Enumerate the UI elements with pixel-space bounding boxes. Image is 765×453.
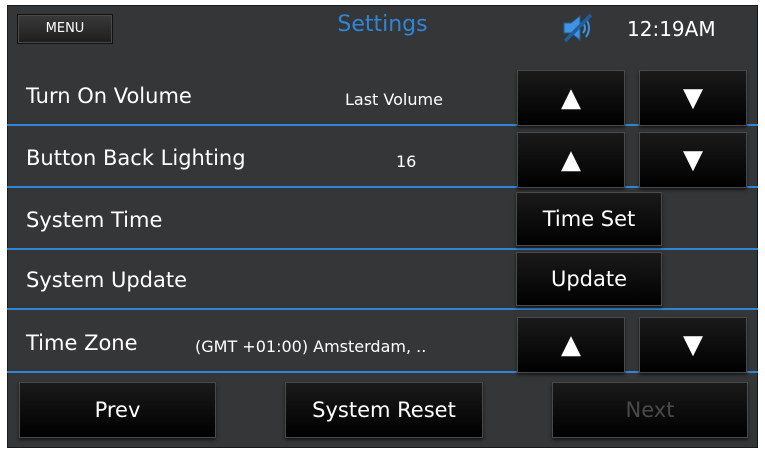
clock-time: 12:19AM xyxy=(627,17,716,41)
volume-down-button[interactable]: ▼ xyxy=(639,70,747,126)
backlight-up-button[interactable]: ▲ xyxy=(517,132,625,188)
row-divider xyxy=(7,308,758,310)
settings-screen: MENU Settings 12:19AM Turn On Volume Las… xyxy=(7,5,758,448)
row-label: Button Back Lighting xyxy=(26,146,246,170)
row-value: Last Volume xyxy=(345,90,443,109)
header-bar: MENU Settings 12:19AM xyxy=(7,5,758,49)
row-system-update: System Update Update xyxy=(7,250,758,312)
row-label: System Time xyxy=(26,208,163,232)
row-label: Turn On Volume xyxy=(26,84,192,108)
row-turn-on-volume: Turn On Volume Last Volume ▲ ▼ xyxy=(7,66,758,128)
time-set-button[interactable]: Time Set xyxy=(516,192,662,246)
timezone-down-button[interactable]: ▼ xyxy=(639,317,747,373)
backlight-down-button[interactable]: ▼ xyxy=(639,132,747,188)
row-label: Time Zone xyxy=(26,331,138,355)
row-value: (GMT +01:00) Amsterdam, .. xyxy=(195,337,427,356)
row-value: 16 xyxy=(396,152,417,171)
system-reset-button[interactable]: System Reset xyxy=(285,382,483,438)
update-button[interactable]: Update xyxy=(516,252,662,306)
timezone-up-button[interactable]: ▲ xyxy=(517,317,625,373)
row-time-zone: Time Zone (GMT +01:00) Amsterdam, .. ▲ ▼ xyxy=(7,313,758,375)
next-button: Next xyxy=(552,382,748,438)
row-button-back-lighting: Button Back Lighting 16 ▲ ▼ xyxy=(7,128,758,190)
row-system-time: System Time Time Set xyxy=(7,190,758,252)
speaker-muted-icon[interactable] xyxy=(561,13,595,43)
row-label: System Update xyxy=(26,268,188,292)
volume-up-button[interactable]: ▲ xyxy=(517,70,625,126)
prev-button[interactable]: Prev xyxy=(19,382,216,438)
